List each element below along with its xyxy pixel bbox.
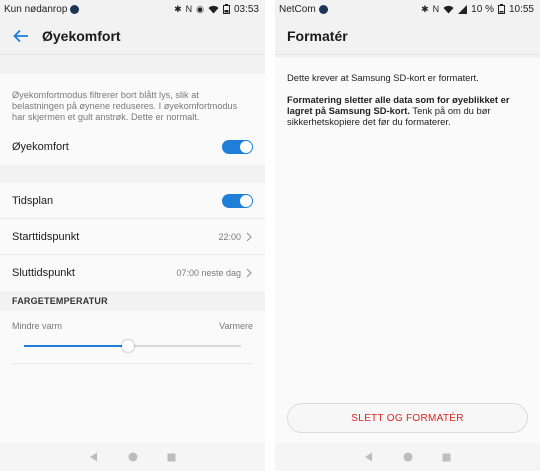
square-recents-icon — [442, 453, 451, 461]
bluetooth-icon: ✱ — [174, 3, 182, 14]
app-bar: Øyekomfort — [0, 18, 265, 54]
format-intro: Dette krever at Samsung SD-kort er forma… — [287, 72, 479, 83]
color-temp-section-header: FARGETEMPERATUR — [0, 291, 265, 311]
navigation-bar — [275, 443, 540, 471]
nav-recents-button[interactable] — [441, 451, 453, 463]
slider-labels: Mindre varm Varmere — [0, 311, 265, 331]
bluetooth-icon: ✱ — [421, 3, 429, 14]
nav-back-button[interactable] — [362, 451, 374, 463]
battery-percent: 10 % — [471, 3, 494, 15]
schedule-label: Tidsplan — [12, 194, 54, 207]
nav-recents-button[interactable] — [166, 451, 178, 463]
divider — [12, 363, 253, 364]
screen-gap — [265, 0, 275, 471]
nav-home-button[interactable] — [127, 451, 139, 463]
erase-and-format-button[interactable]: SLETT OG FORMATÉR — [287, 403, 528, 433]
status-bar: Kun nødanrop ✱ N ◉ 03:53 — [0, 0, 265, 18]
signal-icon — [458, 4, 468, 14]
end-time-label: Sluttidspunkt — [12, 267, 75, 279]
start-time-row[interactable]: Starttidspunkt 22:00 — [0, 219, 265, 255]
square-recents-icon — [167, 453, 176, 461]
eye-comfort-row[interactable]: Øyekomfort — [0, 129, 265, 165]
format-screen: NetCom ✱ N 10 % 10:55 Formatér Dette kre… — [275, 0, 540, 471]
battery-icon — [222, 4, 230, 14]
battery-icon — [497, 4, 505, 14]
nav-back-button[interactable] — [87, 451, 99, 463]
clock: 03:53 — [233, 3, 259, 15]
nav-home-button[interactable] — [402, 451, 414, 463]
clock: 10:55 — [508, 3, 534, 15]
format-body: Dette krever at Samsung SD-kort er forma… — [275, 58, 540, 152]
back-button[interactable] — [10, 25, 32, 47]
end-time-value: 07:00 neste dag — [176, 268, 241, 278]
status-bar: NetCom ✱ N 10 % 10:55 — [275, 0, 540, 18]
start-time-label: Starttidspunkt — [12, 230, 80, 243]
chevron-right-icon — [246, 232, 252, 241]
notification-icon — [318, 4, 328, 14]
color-temp-slider[interactable] — [24, 335, 253, 357]
end-time-row[interactable]: Sluttidspunkt 07:00 neste dag — [0, 255, 265, 291]
eye-icon: ◉ — [196, 3, 204, 14]
schedule-row[interactable]: Tidsplan — [0, 183, 265, 219]
start-time-value: 22:00 — [218, 231, 241, 242]
section-spacer — [0, 165, 265, 183]
wifi-icon — [443, 5, 454, 13]
toggle-knob — [240, 194, 252, 207]
slider-track-fill — [24, 345, 128, 347]
arrow-left-icon — [13, 29, 28, 43]
slider-min-label: Mindre varm — [12, 321, 63, 331]
triangle-back-icon — [89, 452, 97, 462]
eye-comfort-toggle[interactable] — [222, 140, 253, 154]
eye-comfort-screen: Kun nødanrop ✱ N ◉ 03:53 Øyekomfort Øyek… — [0, 0, 265, 471]
slider-thumb[interactable] — [122, 340, 134, 352]
page-title: Øyekomfort — [42, 28, 121, 44]
wifi-icon — [208, 5, 219, 13]
nfc-icon: N — [185, 3, 193, 14]
chevron-right-icon — [246, 268, 252, 278]
carrier-label: NetCom — [279, 3, 316, 15]
slider-track — [128, 345, 241, 347]
app-bar: Formatér — [275, 18, 540, 54]
circle-home-icon — [403, 452, 412, 462]
header-spacer — [0, 54, 265, 74]
circle-home-icon — [128, 452, 137, 462]
eye-comfort-label: Øyekomfort — [12, 141, 69, 153]
page-title: Formatér — [287, 28, 348, 44]
triangle-back-icon — [364, 452, 372, 462]
nfc-icon: N — [432, 3, 440, 14]
schedule-toggle[interactable] — [222, 193, 253, 208]
navigation-bar — [0, 443, 265, 471]
slider-max-label: Varmere — [219, 321, 253, 331]
notification-icon — [70, 4, 80, 14]
format-warning: Formatering sletter alle data som for øy… — [287, 94, 528, 127]
carrier-label: Kun nødanrop — [4, 3, 68, 15]
toggle-knob — [240, 141, 252, 153]
eye-comfort-description: Øyekomfortmodus filtrerer bort blått lys… — [0, 74, 265, 129]
